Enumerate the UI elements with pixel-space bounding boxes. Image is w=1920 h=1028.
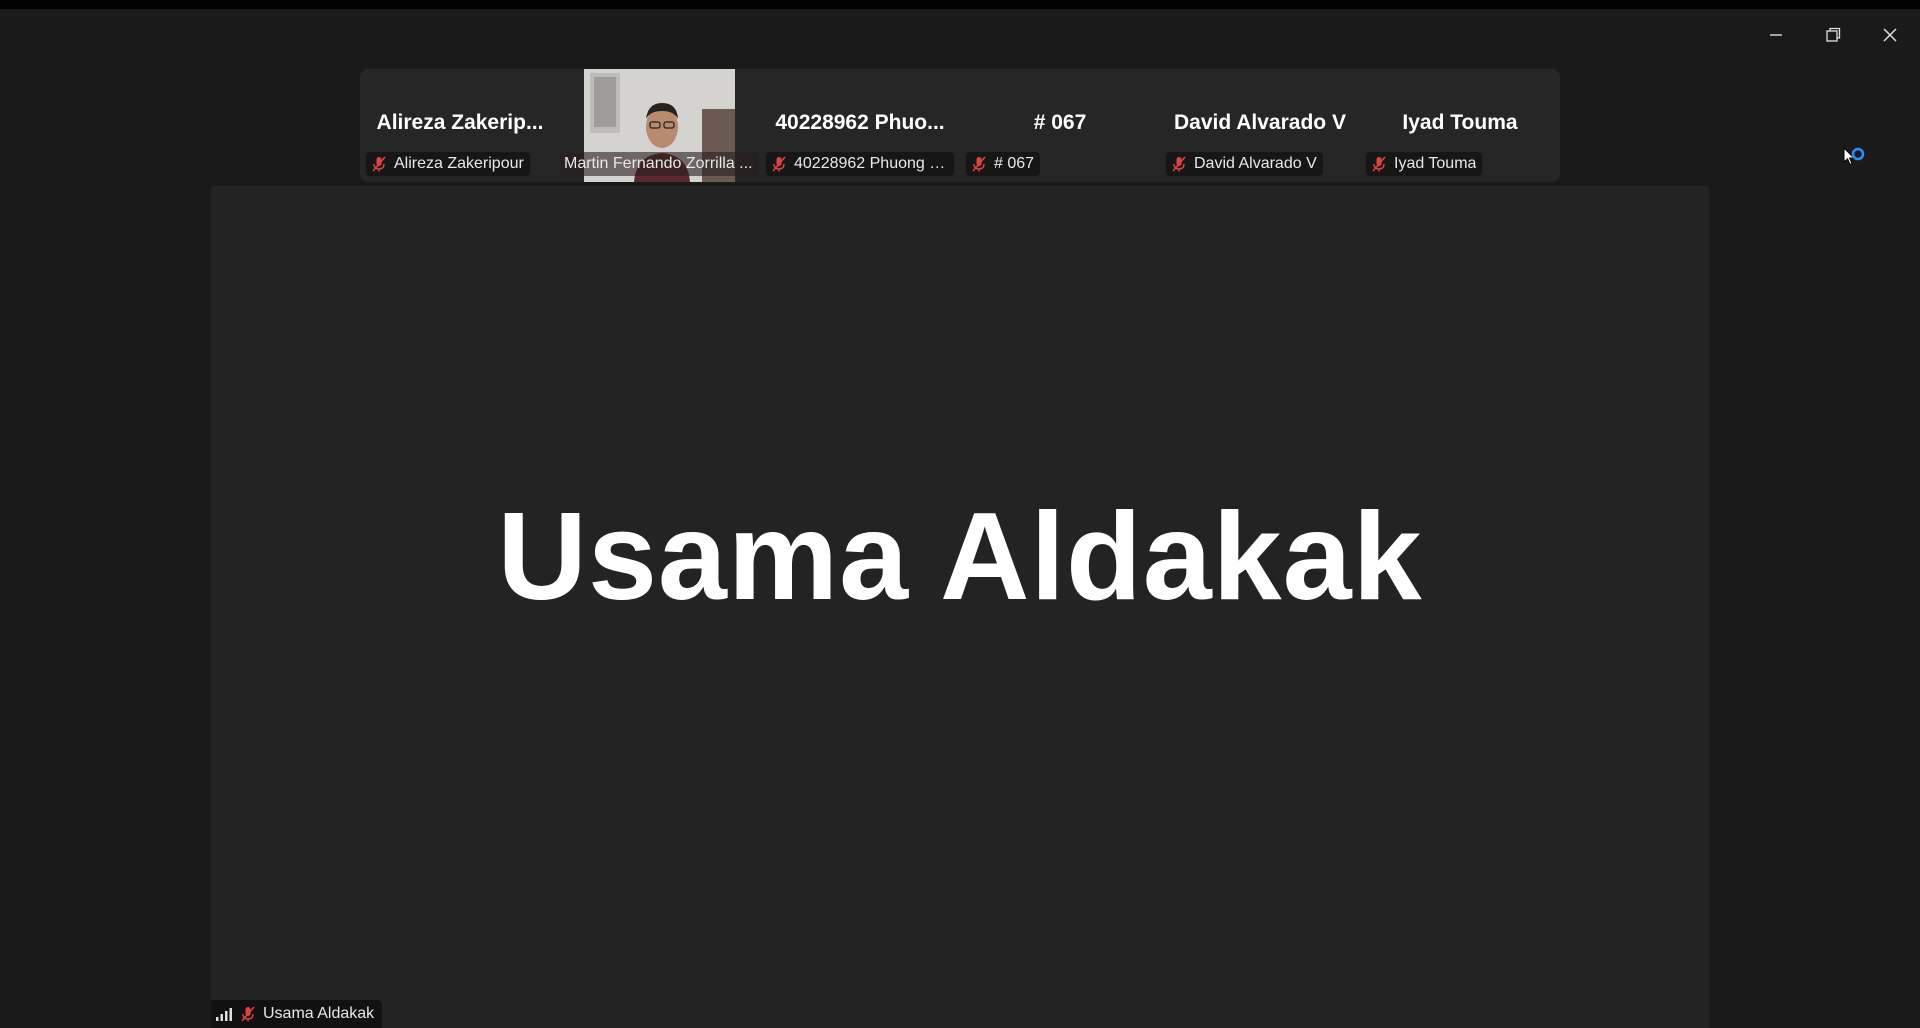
restore-button[interactable] (1813, 18, 1853, 52)
busy-cursor-icon (1842, 146, 1872, 176)
minimize-button[interactable] (1756, 18, 1796, 52)
participant-name: Iyad Touma (1394, 155, 1477, 172)
participant-label: Iyad Touma (1366, 152, 1483, 176)
mic-muted-icon (370, 155, 388, 173)
participant-tile[interactable]: David Alvarado V David Alvarado V (1160, 69, 1360, 182)
participant-label: 40228962 Phuong Kh... (766, 152, 954, 176)
restore-icon (1825, 27, 1841, 43)
active-speaker-label: Usama Aldakak (211, 1000, 383, 1028)
active-speaker-view[interactable]: Usama Aldakak Usama Aldakak (211, 186, 1709, 1028)
participant-tile[interactable]: Iyad Touma Iyad Touma (1360, 69, 1560, 182)
participant-tile[interactable]: # 067 # 067 (960, 69, 1160, 182)
participant-tile[interactable]: Alireza Zakerip... Alireza Zakeripour (360, 69, 560, 182)
participant-display-name: Alireza Zakerip... (376, 111, 544, 134)
mic-muted-icon (970, 155, 988, 173)
meeting-window: Alireza Zakerip... Alireza Zakeripour Ma… (0, 0, 1920, 1028)
participants-strip: Alireza Zakerip... Alireza Zakeripour Ma… (360, 69, 1560, 182)
mic-muted-icon (1170, 155, 1188, 173)
participant-name: # 067 (994, 155, 1035, 172)
active-speaker-display-name: Usama Aldakak (497, 488, 1423, 626)
participant-display-name: # 067 (1033, 111, 1087, 134)
participant-display-name: 40228962 Phuo... (775, 111, 945, 134)
participant-label: # 067 (966, 152, 1041, 176)
signal-strength-icon[interactable] (215, 1006, 233, 1022)
participant-label: David Alvarado V (1166, 152, 1323, 176)
participant-label: Martin Fernando Zorrilla ... (560, 152, 759, 176)
participant-name: Martin Fernando Zorrilla ... (564, 155, 753, 172)
participant-label: Alireza Zakeripour (366, 152, 530, 176)
title-bar (0, 0, 1920, 9)
participant-name: Alireza Zakeripour (394, 155, 524, 172)
mic-muted-icon (239, 1005, 257, 1023)
participant-display-name: David Alvarado V (1174, 111, 1346, 134)
participant-name: David Alvarado V (1194, 155, 1317, 172)
participant-tile[interactable]: 40228962 Phuo... 40228962 Phuong Kh... (760, 69, 960, 182)
mic-muted-icon (1370, 155, 1388, 173)
participant-name: 40228962 Phuong Kh... (794, 155, 948, 172)
minimize-icon (1768, 27, 1784, 43)
close-icon (1882, 27, 1898, 43)
active-speaker-name: Usama Aldakak (263, 1005, 375, 1022)
mic-muted-icon (770, 155, 788, 173)
participant-video-tile[interactable]: Martin Fernando Zorrilla ... (560, 69, 760, 182)
close-button[interactable] (1870, 18, 1910, 52)
participant-display-name: Iyad Touma (1402, 111, 1518, 134)
